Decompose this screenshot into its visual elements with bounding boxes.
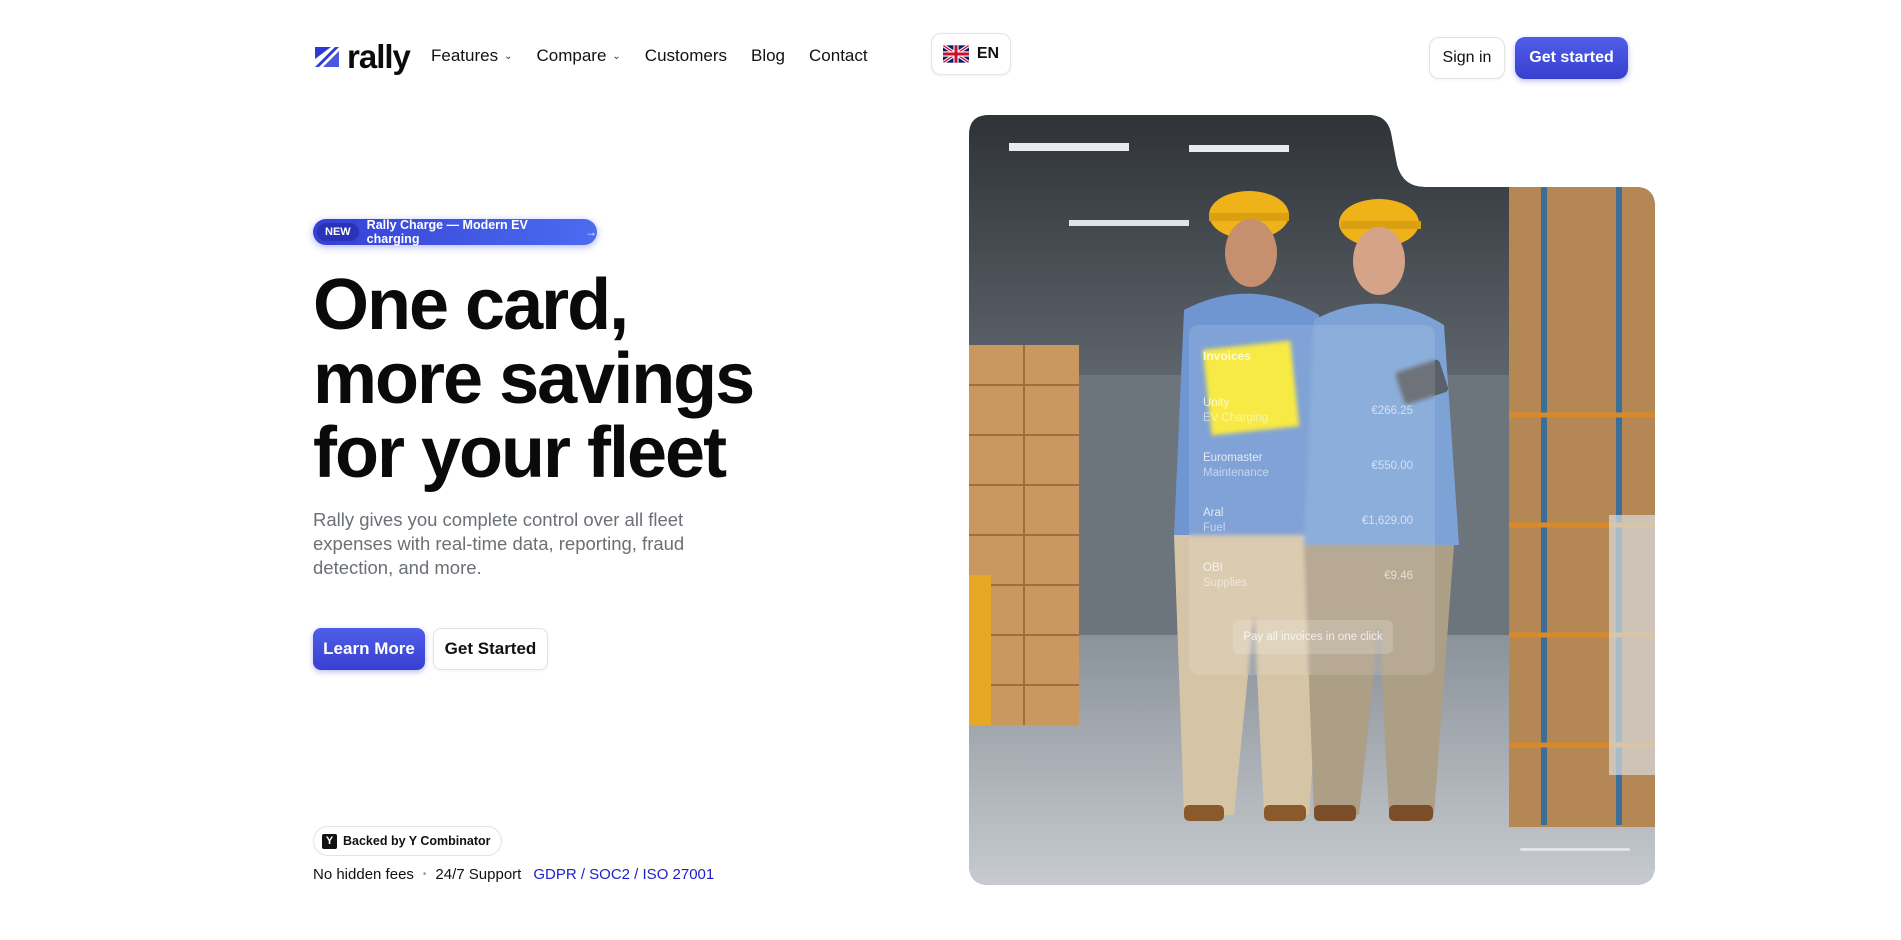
headline-line: for your fleet xyxy=(313,413,727,493)
learn-more-button[interactable]: Learn More xyxy=(313,628,425,670)
main-menu: Features ⌄ Compare ⌄ Customers Blog Cont… xyxy=(431,46,892,66)
pay-all-invoices-button[interactable]: Pay all invoices in one click xyxy=(1233,620,1393,654)
uk-flag-icon xyxy=(942,45,969,63)
sign-in-button[interactable]: Sign in xyxy=(1429,37,1505,79)
invoice-row[interactable]: Aral Fuel €1,629.00 xyxy=(1203,507,1413,534)
new-badge: NEW xyxy=(317,223,359,241)
menu-label: Customers xyxy=(644,46,727,65)
invoice-amount: €9.46 xyxy=(1384,570,1413,582)
headline-line: more savings xyxy=(313,339,755,419)
language-label: EN xyxy=(976,45,1000,62)
top-nav: rally Features ⌄ Compare ⌄ Customers Blo… xyxy=(0,0,1901,100)
yc-badge-label: Backed by Y Combinator xyxy=(343,834,491,848)
invoice-vendor: OBI xyxy=(1203,562,1223,574)
y-combinator-icon: Y xyxy=(322,833,337,849)
menu-label: Features xyxy=(431,46,499,65)
trust-support: 24/7 Support xyxy=(435,866,522,883)
hero-headline: One card, more savings for your fleet xyxy=(313,268,833,490)
yc-badge[interactable]: Y Backed by Y Combinator xyxy=(313,826,502,856)
invoice-amount: €266.25 xyxy=(1371,405,1413,417)
menu-label: Compare xyxy=(536,46,607,65)
rally-logo-icon xyxy=(315,47,339,67)
invoice-amount: €550.00 xyxy=(1371,460,1413,472)
menu-label: Blog xyxy=(750,46,786,65)
invoice-row[interactable]: Euromaster Maintenance €550.00 xyxy=(1203,452,1413,479)
announcement-text: Rally Charge — Modern EV charging xyxy=(366,218,528,246)
invoice-row[interactable]: Unity EV Charging €266.25 xyxy=(1203,397,1413,424)
carousel-indicator[interactable] xyxy=(1520,848,1630,851)
announcement-pill[interactable]: NEW Rally Charge — Modern EV charging → xyxy=(313,218,597,246)
language-selector[interactable]: EN xyxy=(931,33,1011,75)
invoice-amount: €1,629.00 xyxy=(1361,515,1413,527)
trust-no-fees: No hidden fees xyxy=(313,866,414,883)
headline-line: One card, xyxy=(313,265,629,345)
chevron-down-icon: ⌄ xyxy=(504,50,513,62)
invoice-overlay: Invoices Unity EV Charging €266.25 Eurom… xyxy=(1189,325,1435,675)
invoices-title: Invoices xyxy=(1203,349,1252,363)
get-started-button[interactable]: Get Started xyxy=(433,628,548,670)
menu-item-blog[interactable]: Blog xyxy=(751,46,785,66)
hero-subtitle: Rally gives you complete control over al… xyxy=(313,509,685,578)
chevron-down-icon: ⌄ xyxy=(612,50,621,62)
trust-bar: No hidden fees • 24/7 Support GDPR / SOC… xyxy=(313,866,714,883)
separator-dot: • xyxy=(422,869,427,880)
menu-item-customers[interactable]: Customers xyxy=(645,46,727,66)
logo-text: rally xyxy=(347,38,411,75)
menu-item-contact[interactable]: Contact xyxy=(809,46,868,66)
invoice-category: Supplies xyxy=(1203,577,1248,589)
invoice-row[interactable]: OBI Supplies €9.46 xyxy=(1203,562,1413,589)
arrow-right-icon: → xyxy=(585,225,597,239)
rally-logo[interactable]: rally xyxy=(313,38,411,76)
compliance-link[interactable]: GDPR / SOC2 / ISO 27001 xyxy=(533,866,714,883)
menu-item-compare[interactable]: Compare ⌄ xyxy=(536,46,620,66)
nav-get-started-button[interactable]: Get started xyxy=(1515,37,1628,79)
menu-item-features[interactable]: Features ⌄ xyxy=(431,46,512,66)
menu-label: Contact xyxy=(809,46,868,65)
